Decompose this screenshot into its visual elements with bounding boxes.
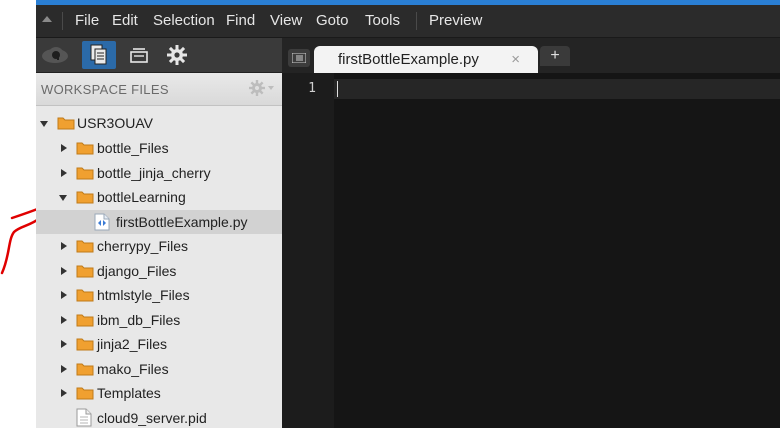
open-files-icon[interactable] [122,41,156,69]
panel-title: WORKSPACE FILES [41,82,169,97]
menu-bar: File Edit Selection Find View Goto Tools… [36,5,780,38]
workspace-files-icon[interactable] [82,41,116,69]
tree-folder[interactable]: bottle_jinja_cherry [36,161,282,185]
toggle-tree-icon[interactable] [288,49,310,67]
gear-icon[interactable] [160,41,194,69]
menu-find[interactable]: Find [226,12,255,30]
file-icon [76,408,92,428]
folder-icon [76,189,94,207]
tree-file-selected[interactable]: firstBottleExample.py [36,210,282,234]
tree-item-label: firstBottleExample.py [116,214,248,230]
tree-folder[interactable]: mako_Files [36,357,282,381]
workspace-files-header: WORKSPACE FILES [36,73,282,106]
folder-icon [76,140,94,158]
tree-folder[interactable]: cherrypy_Files [36,234,282,258]
tree-folder[interactable]: Templates [36,381,282,405]
menu-file[interactable]: File [75,12,99,30]
line-number: 1 [308,81,316,96]
annotation-margin [0,0,62,428]
text-cursor [337,81,338,97]
collapse-arrow-icon[interactable] [61,267,67,275]
code-editor[interactable] [334,73,780,428]
tree-item-label: htmlstyle_Files [97,287,190,303]
tree-item-label: ibm_db_Files [97,312,181,328]
collapse-arrow-icon[interactable] [61,389,67,397]
folder-icon [76,263,94,281]
tree-item-label: mako_Files [97,361,169,377]
tree-folder[interactable]: htmlstyle_Files [36,283,282,307]
menu-tools[interactable]: Tools [365,12,400,30]
tree-item-label: bottleLearning [97,189,186,205]
tree-folder-root[interactable]: USR3OUAV [36,111,282,135]
tree-item-label: cherrypy_Files [97,238,189,254]
current-line-highlight [334,79,780,99]
folder-icon [57,115,75,133]
editor-tab-bar: firstBottleExample.py × + [282,38,780,73]
tree-folder[interactable]: bottle_Files [36,136,282,160]
tree-item-label: bottle_Files [97,140,169,156]
tree-item-label: cloud9_server.pid [97,410,207,426]
menu-preview[interactable]: Preview [429,12,482,30]
collapse-arrow-icon[interactable] [61,291,67,299]
file-tree: USR3OUAV bottle_Files bottle_jinja_cherr… [36,106,282,428]
collapse-arrow-icon[interactable] [61,144,67,152]
tree-item-label: django_Files [97,263,177,279]
folder-icon [76,361,94,379]
collapse-arrow-icon[interactable] [61,365,67,373]
folder-icon [76,312,94,330]
panel-settings-icon[interactable] [248,79,276,102]
menu-separator [416,12,417,30]
collapse-arrow-icon[interactable] [61,340,67,348]
editor-tab-active[interactable]: firstBottleExample.py × [314,46,538,73]
ide-window: File Edit Selection Find View Goto Tools… [0,0,780,428]
tree-item-label: Templates [97,385,161,401]
collapse-arrow-icon[interactable] [61,242,67,250]
menu-goto[interactable]: Goto [316,12,349,30]
folder-icon [76,336,94,354]
cloud9-icon[interactable] [38,41,72,69]
sidebar-toolbar [36,38,282,73]
tab-label: firstBottleExample.py [338,51,479,68]
tree-folder[interactable]: ibm_db_Files [36,308,282,332]
tree-folder[interactable]: django_Files [36,259,282,283]
collapse-menu-icon[interactable] [42,16,52,22]
collapse-arrow-icon[interactable] [61,316,67,324]
tree-item-label: bottle_jinja_cherry [97,165,211,181]
folder-icon [76,165,94,183]
expand-arrow-icon[interactable] [40,121,48,127]
tree-item-label: USR3OUAV [77,115,153,131]
folder-icon [76,287,94,305]
new-tab-button[interactable]: + [540,46,570,66]
menu-view[interactable]: View [270,12,302,30]
menu-edit[interactable]: Edit [112,12,138,30]
menu-selection[interactable]: Selection [153,12,215,30]
close-tab-icon[interactable]: × [511,51,520,68]
tree-file[interactable]: cloud9_server.pid [36,406,282,428]
collapse-arrow-icon[interactable] [61,169,67,177]
folder-icon [76,238,94,256]
tree-folder[interactable]: jinja2_Files [36,332,282,356]
tree-item-label: jinja2_Files [97,336,168,352]
tree-folder[interactable]: bottleLearning [36,185,282,209]
python-file-icon [93,213,111,234]
menu-separator [62,12,63,30]
line-number-gutter: 1 [282,73,334,428]
folder-icon [76,385,94,403]
expand-arrow-icon[interactable] [59,195,67,201]
